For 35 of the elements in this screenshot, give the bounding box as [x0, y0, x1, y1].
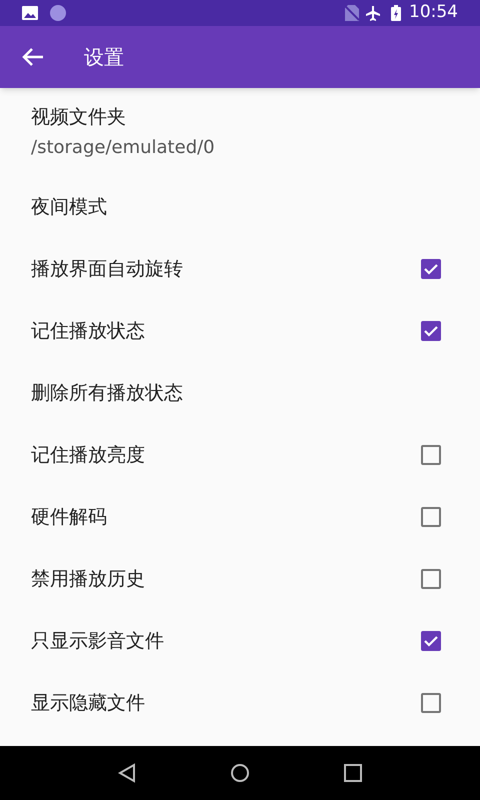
- image-icon: [22, 6, 38, 20]
- setting-item[interactable]: 记住播放状态: [0, 300, 480, 362]
- setting-title: 显示隐藏文件: [31, 690, 146, 716]
- checkbox[interactable]: [421, 507, 441, 527]
- setting-item[interactable]: 显示隐藏文件: [0, 672, 480, 734]
- setting-title: 播放界面自动旋转: [31, 256, 184, 282]
- setting-item[interactable]: 只显示影音文件: [0, 610, 480, 672]
- setting-item[interactable]: 硬件解码: [0, 486, 480, 548]
- setting-title: 只显示影音文件: [31, 628, 165, 654]
- checkbox[interactable]: [421, 569, 441, 589]
- setting-title: 记住播放状态: [31, 318, 146, 344]
- no-sim-icon: [345, 5, 359, 21]
- checkbox[interactable]: [421, 321, 441, 341]
- setting-subtitle: /storage/emulated/0: [31, 136, 216, 160]
- setting-item[interactable]: 记住播放亮度: [0, 424, 480, 486]
- circle-icon: [50, 5, 66, 21]
- setting-item[interactable]: 夜间模式: [0, 176, 480, 238]
- checkbox[interactable]: [421, 693, 441, 713]
- setting-title: 禁用播放历史: [31, 566, 146, 592]
- setting-item[interactable]: 播放界面自动旋转: [0, 238, 480, 300]
- setting-title: 夜间模式: [31, 194, 107, 220]
- battery-charging-icon: [391, 5, 401, 21]
- setting-title: 硬件解码: [31, 504, 108, 530]
- checkbox[interactable]: [421, 445, 441, 465]
- setting-title: 记住播放亮度: [31, 442, 146, 468]
- status-time: 10:54: [409, 1, 458, 24]
- checkbox[interactable]: [421, 631, 441, 651]
- app-bar-title: 设置: [84, 44, 124, 71]
- setting-title: 删除所有播放状态: [31, 380, 183, 406]
- setting-item[interactable]: 删除所有播放状态: [0, 362, 480, 424]
- setting-item[interactable]: 禁用播放历史: [0, 548, 480, 610]
- setting-title: 视频文件夹: [31, 105, 127, 130]
- airplane-icon: [365, 5, 381, 21]
- checkbox[interactable]: [421, 259, 441, 279]
- setting-item[interactable]: 视频文件夹 /storage/emulated/0: [0, 88, 480, 176]
